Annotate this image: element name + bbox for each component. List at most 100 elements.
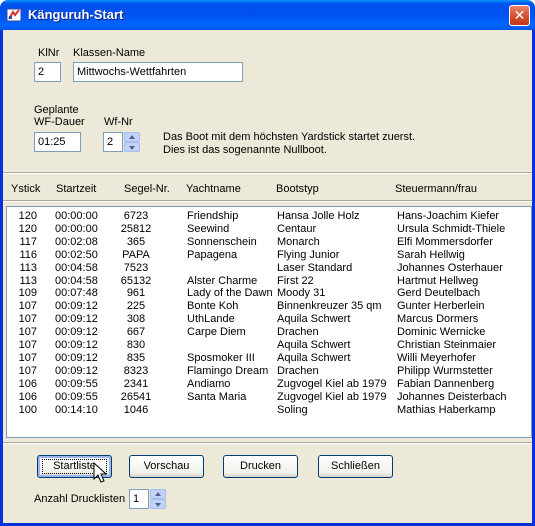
- spin-up-icon[interactable]: [150, 489, 166, 499]
- steuermann-cell: Johannes Osterhauer: [397, 261, 503, 274]
- steuermann-cell: Elfi Mommersdorfer: [397, 235, 493, 248]
- list-item[interactable]: 116 00:02:50 PAPA Papagena Flying Junior Sara…: [7, 249, 531, 261]
- list-item[interactable]: 107 00:09:12 225 Bonte Koh Binnenkreuzer 35 …: [7, 300, 531, 312]
- spin-down-icon[interactable]: [150, 499, 166, 509]
- segel-nr-cell: 667: [126, 326, 146, 339]
- bootstyp-cell: Zugvogel Kiel ab 1979: [277, 390, 387, 403]
- title-bar[interactable]: Känguruh-Start ✕: [0, 0, 535, 30]
- steuermann-cell: Philipp Wurmstetter: [397, 364, 493, 377]
- list-item[interactable]: 107 00:09:12 308 UthLande Aquila Schwert Marc…: [7, 313, 531, 325]
- startzeit-cell: 00:09:12: [55, 313, 98, 326]
- list-item[interactable]: 106 00:09:55 2341 Andiamo Zugvogel Kiel ab 1…: [7, 378, 531, 390]
- startzeit-cell: 00:09:12: [55, 300, 98, 313]
- startzeit-cell: 00:02:08: [55, 235, 98, 248]
- startzeit-cell: 00:04:58: [55, 261, 98, 274]
- startzeit-cell: 00:00:00: [55, 222, 98, 235]
- bootstyp-cell: Monarch: [277, 235, 320, 248]
- segel-nr-cell: 835: [126, 351, 146, 364]
- yachtname-cell: Flamingo Dream: [187, 364, 269, 377]
- segel-nr-cell: 365: [126, 235, 146, 248]
- bootstyp-cell: Flying Junior: [277, 248, 340, 261]
- list-item[interactable]: 113 00:04:58 7523 Laser Standard Johannes Os…: [7, 262, 531, 274]
- ystick-cell: 106: [18, 390, 37, 403]
- segel-nr-cell: 1046: [123, 403, 149, 416]
- steuermann-cell: Sarah Hellwig: [397, 248, 465, 261]
- klassen-name-label: Klassen-Name: [73, 47, 146, 59]
- yachtname-cell: Seewind: [187, 222, 230, 235]
- ystick-cell: 106: [18, 377, 37, 390]
- list-item[interactable]: 107 00:09:12 8323 Flamingo Dream Drachen Phil…: [7, 365, 531, 377]
- yachtname-cell: Lady of the Dawn: [187, 287, 273, 300]
- steuermann-cell: Hartmut Hellweg: [397, 274, 479, 287]
- anzahl-drucklisten-label: Anzahl Drucklisten: [34, 493, 126, 505]
- ystick-cell: 113: [19, 261, 37, 274]
- list-item[interactable]: 100 00:14:10 1046 Soling Mathias Haberkamp: [7, 404, 531, 416]
- wf-dauer-field[interactable]: 01:25: [34, 132, 81, 152]
- klassen-name-field[interactable]: Mittwochs-Wettfahrten: [73, 62, 243, 82]
- segel-nr-cell: 961: [126, 287, 146, 300]
- ystick-cell: 113: [19, 274, 37, 287]
- ystick-cell: 107: [18, 313, 37, 326]
- yachtname-cell: Sonnenschein: [187, 235, 257, 248]
- ystick-cell: 120: [18, 222, 37, 235]
- list-item[interactable]: 107 00:09:12 830 Aquila Schwert Christian St…: [7, 339, 531, 351]
- segel-nr-cell: 7523: [123, 261, 149, 274]
- start-list[interactable]: 120 00:00:00 6723 Friendship Hansa Jolle Hol…: [6, 206, 532, 438]
- segel-nr-cell: 26541: [120, 390, 152, 403]
- steuermann-cell: Gerd Deutelbach: [397, 287, 481, 300]
- startzeit-cell: 00:00:00: [55, 210, 98, 222]
- bootstyp-cell: Aquila Schwert: [277, 339, 351, 351]
- steuermann-cell: Dominic Wernicke: [397, 326, 486, 339]
- bootstyp-cell: Drachen: [277, 326, 319, 339]
- yachtname-cell: Santa Maria: [187, 390, 247, 403]
- yachtname-cell: Papagena: [187, 248, 238, 261]
- segel-nr-cell: 6723: [123, 210, 149, 222]
- list-item[interactable]: 107 00:09:12 835 Sposmoker III Aquila Schwer…: [7, 352, 531, 364]
- wfnr-spinner[interactable]: [124, 132, 140, 152]
- bootstyp-cell: Binnenkreuzer 35 qm: [277, 300, 382, 313]
- steuermann-cell: Johannes Deisterbach: [397, 390, 507, 403]
- anzahl-drucklisten-spinner[interactable]: [150, 489, 166, 509]
- steuermann-cell: Christian Steinmaier: [397, 339, 497, 351]
- close-button[interactable]: ✕: [509, 5, 530, 26]
- segel-nr-cell: PAPA: [122, 248, 150, 261]
- schliessen-button[interactable]: Schließen: [318, 455, 393, 478]
- steuermann-cell: Willi Meyerhofer: [397, 351, 476, 364]
- bootstyp-cell: Hansa Jolle Holz: [277, 210, 360, 222]
- list-item[interactable]: 120 00:00:00 6723 Friendship Hansa Jolle Hol…: [7, 210, 531, 222]
- startzeit-cell: 00:02:50: [55, 248, 98, 261]
- segel-nr-cell: 2341: [123, 377, 149, 390]
- steuermann-cell: Mathias Haberkamp: [397, 403, 496, 416]
- wfnr-field[interactable]: 2: [103, 132, 123, 152]
- list-item[interactable]: 120 00:00:00 25812 Seewind Centaur Ursula Sch…: [7, 223, 531, 235]
- bootstyp-cell: Soling: [277, 403, 308, 416]
- yachtname-cell: Sposmoker III: [187, 351, 255, 364]
- column-header-bootstyp: Bootstyp: [276, 183, 319, 195]
- startzeit-cell: 00:09:12: [55, 351, 98, 364]
- list-item[interactable]: 106 00:09:55 26541 Santa Maria Zugvogel Kiel…: [7, 391, 531, 403]
- list-item[interactable]: 117 00:02:08 365 Sonnenschein Monarch Elfi Mo…: [7, 236, 531, 248]
- ystick-cell: 109: [18, 287, 37, 300]
- list-item[interactable]: 109 00:07:48 961 Lady of the Dawn Moody 31 Ge…: [7, 287, 531, 299]
- yachtname-cell: Bonte Koh: [187, 300, 239, 313]
- segel-nr-cell: 65132: [120, 274, 152, 287]
- yachtname-cell: Carpe Diem: [187, 326, 246, 339]
- spin-up-icon[interactable]: [124, 132, 140, 142]
- drucken-button[interactable]: Drucken: [223, 455, 298, 478]
- list-item[interactable]: 113 00:04:58 65132 Alster Charme First 22 Har…: [7, 275, 531, 287]
- vorschau-button[interactable]: Vorschau: [129, 455, 204, 478]
- steuermann-cell: Marcus Dormers: [397, 313, 479, 326]
- yachtname-cell: Alster Charme: [187, 274, 258, 287]
- klnr-field[interactable]: 2: [34, 62, 61, 82]
- column-header-steuermann: Steuermann/frau: [395, 183, 477, 195]
- column-header-segel-nr: Segel-Nr.: [124, 183, 170, 195]
- segel-nr-cell: 8323: [123, 364, 149, 377]
- list-item[interactable]: 107 00:09:12 667 Carpe Diem Drachen Dominic W…: [7, 326, 531, 338]
- startzeit-cell: 00:09:55: [55, 377, 98, 390]
- info-line-1: Das Boot mit dem höchsten Yardstick star…: [163, 131, 416, 143]
- ystick-cell: 117: [19, 235, 37, 248]
- wf-dauer-label: WF-Dauer: [34, 116, 85, 128]
- spin-down-icon[interactable]: [124, 142, 140, 152]
- anzahl-drucklisten-field[interactable]: 1: [129, 489, 149, 509]
- header-separator: [3, 172, 532, 174]
